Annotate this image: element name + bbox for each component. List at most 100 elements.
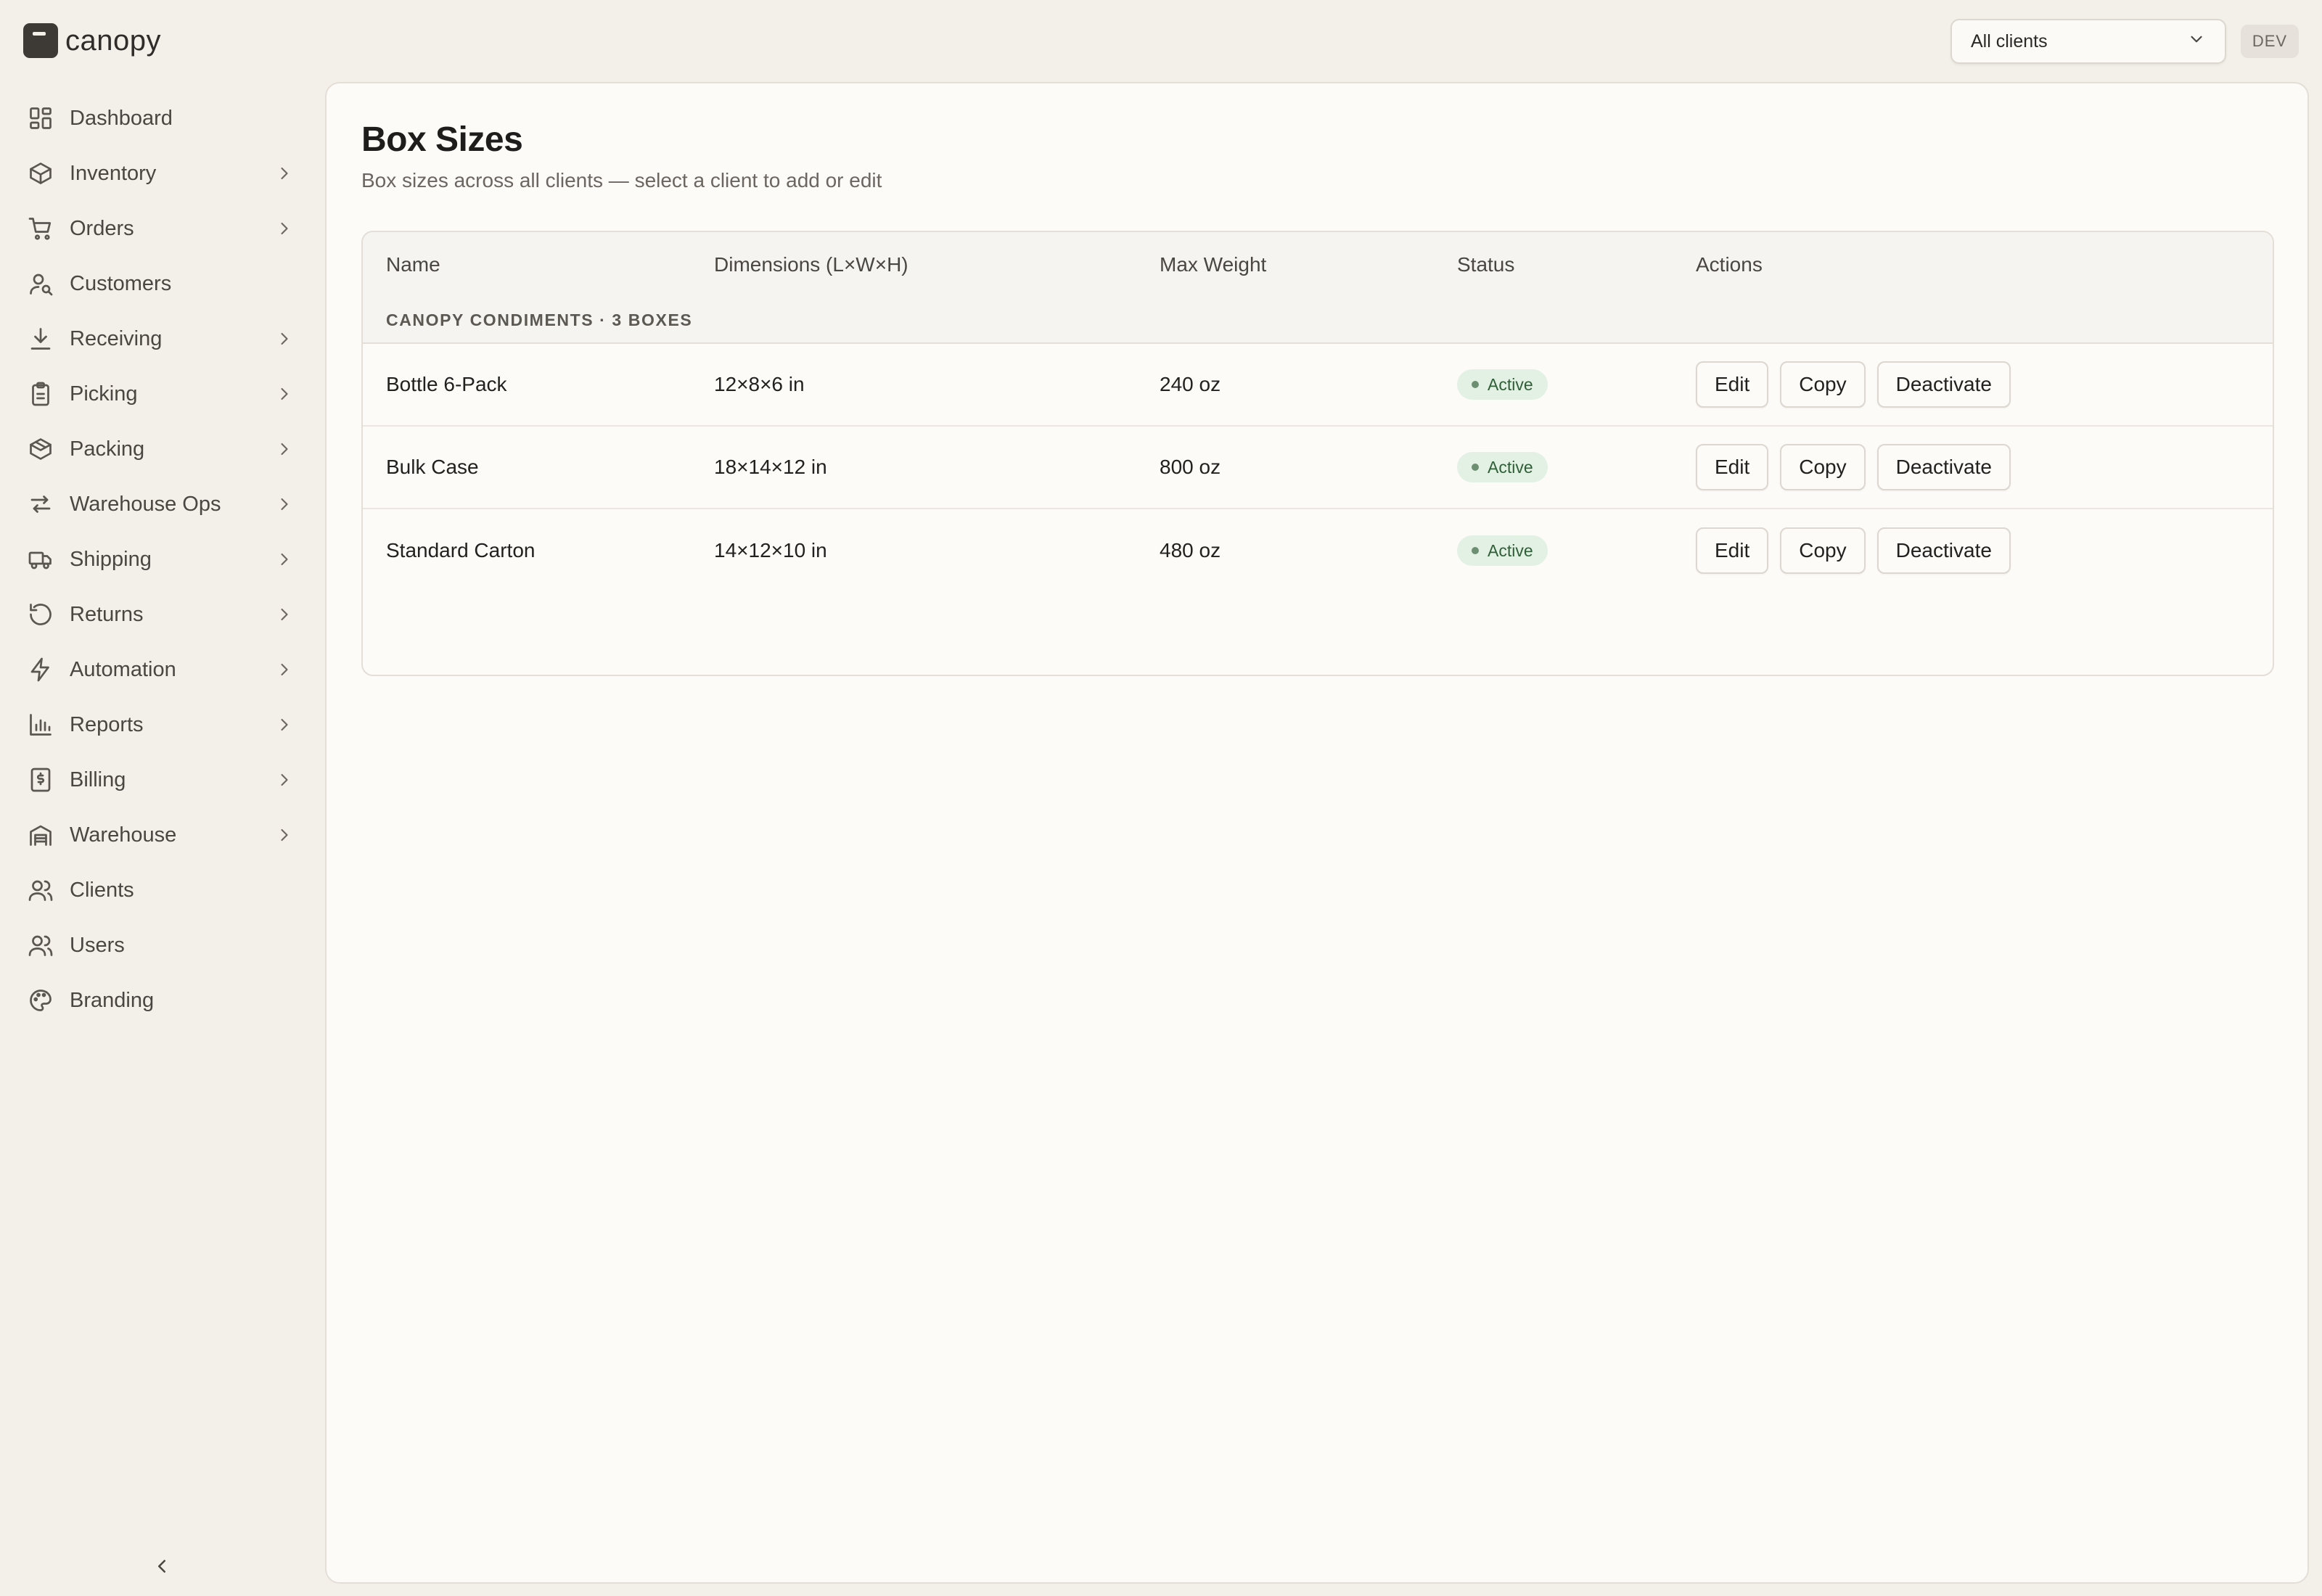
clipboard-icon	[28, 381, 54, 407]
sidebar-item-receiving[interactable]: Receiving	[0, 311, 319, 366]
chevron-left-icon	[158, 1560, 165, 1573]
cell-actions: Edit Copy Deactivate	[1696, 344, 2022, 425]
brand-logo[interactable]: canopy	[23, 22, 161, 59]
copy-button[interactable]: Copy	[1780, 361, 1866, 408]
cell-actions: Edit Copy Deactivate	[1696, 427, 2022, 508]
chevron-right-icon	[274, 770, 295, 790]
table-header: Name Dimensions (L×W×H) Max Weight Statu…	[363, 232, 2273, 297]
brand-mark-icon	[23, 23, 58, 58]
sidebar-item-label: Clients	[70, 878, 134, 902]
sidebar-item-reports[interactable]: Reports	[0, 697, 319, 752]
cart-icon	[28, 215, 54, 242]
sidebar-item-clients[interactable]: Clients	[0, 863, 319, 918]
sidebar-item-label: Users	[70, 933, 125, 957]
cell-status: Active	[1457, 344, 1548, 425]
sidebar-item-branding[interactable]: Branding	[0, 973, 319, 1028]
status-dot-icon	[1472, 381, 1479, 388]
sidebar-item-label: Shipping	[70, 547, 152, 571]
lightning-icon	[28, 657, 54, 683]
sidebar-item-billing[interactable]: Billing	[0, 752, 319, 807]
swap-arrows-icon	[28, 491, 54, 517]
copy-button[interactable]: Copy	[1780, 444, 1866, 490]
column-header-status[interactable]: Status	[1457, 232, 1514, 297]
cell-dimensions: 18×14×12 in	[714, 456, 827, 478]
deactivate-button[interactable]: Deactivate	[1876, 527, 2011, 574]
chevron-right-icon	[274, 218, 295, 239]
sidebar-item-orders[interactable]: Orders	[0, 201, 319, 256]
box-sizes-table: Name Dimensions (L×W×H) Max Weight Statu…	[361, 231, 2274, 676]
column-header-dimensions[interactable]: Dimensions (L×W×H)	[714, 232, 908, 297]
sidebar-item-customers[interactable]: Customers	[0, 256, 319, 311]
dashboard-icon	[28, 105, 54, 131]
chevron-down-icon	[2187, 30, 2206, 54]
status-dot-icon	[1472, 547, 1479, 554]
chevron-right-icon	[274, 715, 295, 735]
cell-name: Bottle 6-Pack	[386, 373, 507, 395]
edit-button[interactable]: Edit	[1696, 361, 1769, 408]
truck-icon	[28, 546, 54, 572]
cell-status: Active	[1457, 509, 1548, 592]
sidebar-item-label: Orders	[70, 216, 134, 240]
chevron-right-icon	[274, 384, 295, 404]
sidebar-item-inventory[interactable]: Inventory	[0, 146, 319, 201]
chevron-right-icon	[274, 439, 295, 459]
chevron-right-icon	[274, 494, 295, 514]
cell-max-weight: 800 oz	[1160, 456, 1221, 478]
copy-button[interactable]: Copy	[1780, 527, 1866, 574]
deactivate-button[interactable]: Deactivate	[1876, 444, 2011, 490]
sidebar-item-warehouse[interactable]: Warehouse	[0, 807, 319, 863]
sidebar-item-label: Customers	[70, 271, 172, 295]
users-icon	[28, 932, 54, 958]
cell-name: Bulk Case	[386, 456, 479, 478]
sidebar-item-warehouse-ops[interactable]: Warehouse Ops	[0, 477, 319, 532]
column-header-name[interactable]: Name	[386, 232, 440, 297]
sidebar-item-label: Reports	[70, 712, 144, 736]
deactivate-button[interactable]: Deactivate	[1876, 361, 2011, 408]
cell-max-weight: 480 oz	[1160, 539, 1221, 562]
status-label: Active	[1488, 374, 1533, 394]
sidebar-item-label: Packing	[70, 437, 145, 461]
sidebar-item-picking[interactable]: Picking	[0, 366, 319, 421]
chevron-right-icon	[274, 825, 295, 845]
client-select[interactable]: All clients	[1950, 19, 2226, 64]
rotate-ccw-icon	[28, 601, 54, 628]
page-title: Box Sizes	[361, 120, 523, 159]
users-icon	[28, 877, 54, 903]
chevron-right-icon	[274, 659, 295, 680]
sidebar-item-label: Automation	[70, 657, 176, 681]
sidebar-item-label: Billing	[70, 768, 126, 791]
status-label: Active	[1488, 540, 1533, 560]
column-header-max-weight[interactable]: Max Weight	[1160, 232, 1266, 297]
edit-button[interactable]: Edit	[1696, 444, 1769, 490]
sidebar-item-automation[interactable]: Automation	[0, 642, 319, 697]
brand-name: canopy	[65, 24, 161, 57]
sidebar-item-label: Dashboard	[70, 106, 173, 130]
sidebar-item-packing[interactable]: Packing	[0, 421, 319, 477]
palette-icon	[28, 987, 54, 1013]
chevron-right-icon	[274, 329, 295, 349]
sidebar-item-label: Warehouse	[70, 823, 177, 847]
sidebar-item-returns[interactable]: Returns	[0, 587, 319, 642]
table-row: Bulk Case 18×14×12 in 800 oz Active Edit Copy…	[363, 427, 2273, 509]
sidebar-item-shipping[interactable]: Shipping	[0, 532, 319, 587]
box-icon	[28, 160, 54, 186]
sidebar-item-dashboard[interactable]: Dashboard	[0, 91, 319, 146]
chevron-right-icon	[274, 163, 295, 184]
sidebar-item-label: Picking	[70, 382, 138, 406]
collapse-sidebar-button[interactable]	[151, 1555, 173, 1577]
column-header-actions: Actions	[1696, 253, 1763, 276]
sidebar-item-label: Receiving	[70, 326, 163, 350]
package-icon	[28, 436, 54, 462]
edit-button[interactable]: Edit	[1696, 527, 1769, 574]
table-row: Standard Carton 14×12×10 in 480 oz Active Ed…	[363, 509, 2273, 592]
sidebar-item-label: Branding	[70, 988, 155, 1012]
cell-max-weight: 240 oz	[1160, 373, 1221, 395]
cell-actions: Edit Copy Deactivate	[1696, 509, 2022, 592]
customer-search-icon	[28, 271, 54, 297]
bar-chart-icon	[28, 712, 54, 738]
page-subtitle: Box sizes across all clients — select a …	[361, 169, 882, 192]
status-badge: Active	[1457, 369, 1548, 400]
sidebar-item-users[interactable]: Users	[0, 918, 319, 973]
table-body: Bottle 6-Pack 12×8×6 in 240 oz Active Edit Co…	[363, 344, 2273, 592]
status-badge: Active	[1457, 535, 1548, 566]
